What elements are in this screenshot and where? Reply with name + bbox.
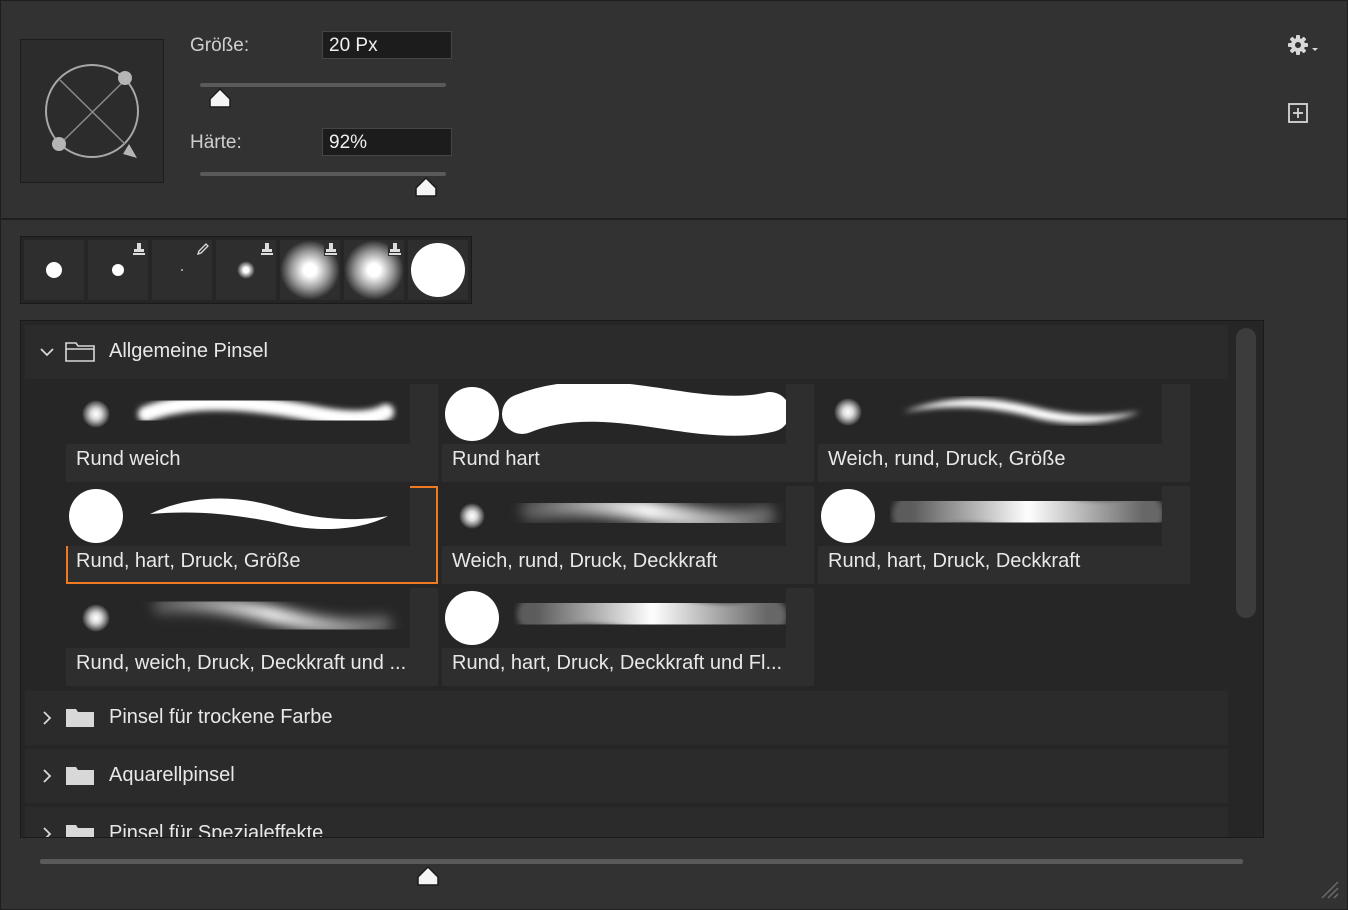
recent-brush-7[interactable] <box>408 240 468 300</box>
chevron-down-icon[interactable] <box>39 344 55 360</box>
brush-tip <box>237 261 255 279</box>
folder-icon <box>65 342 95 362</box>
size-label: Größe: <box>190 35 250 56</box>
brush-name: Rund weich <box>76 448 181 470</box>
brush-angle-preview[interactable] <box>20 39 164 183</box>
hardness-slider-thumb[interactable] <box>414 177 438 197</box>
brush-stroke-preview <box>834 398 1140 426</box>
recent-brushes <box>20 236 472 304</box>
brush-name: Rund, hart, Druck, Größe <box>76 550 301 572</box>
brush-name: Weich, rund, Druck, Größe <box>828 448 1066 470</box>
folder-icon <box>66 709 94 727</box>
brush-name: Rund, weich, Druck, Deckkraft und ... <box>76 652 407 674</box>
stamp-icon <box>388 242 402 256</box>
folder-icon <box>66 767 94 785</box>
group-title: Allgemeine Pinsel <box>109 340 268 362</box>
vertical-scrollbar[interactable] <box>1236 328 1256 618</box>
group-header-spezialeffekte[interactable]: Pinsel für Spezialeffekte <box>25 807 1228 838</box>
brush-tip <box>46 262 62 278</box>
brush-preset-rund-hart[interactable]: Rund hart <box>442 384 814 482</box>
brush-tip <box>411 243 465 297</box>
brush-name: Rund hart <box>452 448 540 470</box>
brush-tip <box>112 264 124 276</box>
pencil-icon <box>196 243 209 256</box>
stamp-icon <box>324 242 338 256</box>
hardness-slider-track[interactable] <box>200 172 446 176</box>
hardness-label: Härte: <box>190 132 242 153</box>
group-header-allgemeine-pinsel[interactable]: Allgemeine Pinsel <box>25 325 1228 379</box>
brush-preset-rund-weich[interactable]: Rund weich <box>66 384 438 482</box>
recent-brush-3[interactable] <box>152 240 212 300</box>
preview-size-slider-thumb[interactable] <box>416 866 440 886</box>
brush-preset-rund-hart-druck-groesse[interactable]: Rund, hart, Druck, Größe <box>66 486 438 584</box>
size-slider-thumb[interactable] <box>208 88 232 108</box>
group-header-trockene-farbe[interactable]: Pinsel für trockene Farbe <box>25 691 1228 745</box>
brush-stroke-preview <box>69 489 388 543</box>
group-title: Pinsel für Spezialeffekte <box>109 822 324 838</box>
chevron-right-icon[interactable] <box>39 768 55 784</box>
brush-stroke-preview <box>82 595 392 635</box>
preview-size-slider-track[interactable] <box>40 859 1243 864</box>
size-field[interactable]: 20 Px <box>322 31 452 59</box>
folder-icon <box>66 825 94 837</box>
brush-stroke-preview <box>82 394 394 428</box>
group-title: Pinsel für trockene Farbe <box>109 706 333 728</box>
brush-stroke-preview <box>821 486 1162 543</box>
recent-brush-1[interactable] <box>24 240 84 300</box>
size-slider-track[interactable] <box>200 83 446 87</box>
group-header-aquarellpinsel[interactable]: Aquarellpinsel <box>25 749 1228 803</box>
resize-grip-icon[interactable] <box>1318 878 1340 900</box>
new-preset-icon[interactable] <box>1288 103 1308 123</box>
hardness-field[interactable]: 92% <box>322 128 452 156</box>
brush-tip <box>181 269 183 271</box>
brush-preset-rund-hart-druck-deckkraft[interactable]: Rund, hart, Druck, Deckkraft <box>818 486 1190 584</box>
recent-brush-5[interactable] <box>280 240 340 300</box>
brush-name: Rund, hart, Druck, Deckkraft und Fl... <box>452 652 783 674</box>
brush-stroke-preview <box>445 588 786 645</box>
recent-brush-2[interactable] <box>88 240 148 300</box>
group-title: Aquarellpinsel <box>109 764 235 786</box>
brush-preset-list: Allgemeine Pinsel Rund weich Rund hart W… <box>20 320 1264 838</box>
brush-preset-rund-weich-druck-deckkraft-fluss[interactable]: Rund, weich, Druck, Deckkraft und ... <box>66 588 438 686</box>
chevron-right-icon[interactable] <box>39 710 55 726</box>
brush-name: Rund, hart, Druck, Deckkraft <box>828 550 1081 572</box>
chevron-right-icon[interactable] <box>39 826 55 838</box>
brush-settings: Größe: 20 Px Härte: 92% <box>0 0 1348 220</box>
brush-stroke-preview <box>445 384 786 441</box>
recent-brush-6[interactable] <box>344 240 404 300</box>
gear-icon[interactable] <box>1286 32 1320 58</box>
brush-preset-weich-rund-druck-deckkraft[interactable]: Weich, rund, Druck, Deckkraft <box>442 486 814 584</box>
brush-name: Weich, rund, Druck, Deckkraft <box>452 550 718 572</box>
stamp-icon <box>261 243 273 255</box>
brush-preset-rund-hart-druck-deckkraft-fluss[interactable]: Rund, hart, Druck, Deckkraft und Fl... <box>442 588 814 686</box>
brush-stroke-preview <box>459 493 775 533</box>
recent-brush-4[interactable] <box>216 240 276 300</box>
stamp-icon <box>133 243 145 255</box>
brush-preset-weich-rund-druck-groesse[interactable]: Weich, rund, Druck, Größe <box>818 384 1190 482</box>
